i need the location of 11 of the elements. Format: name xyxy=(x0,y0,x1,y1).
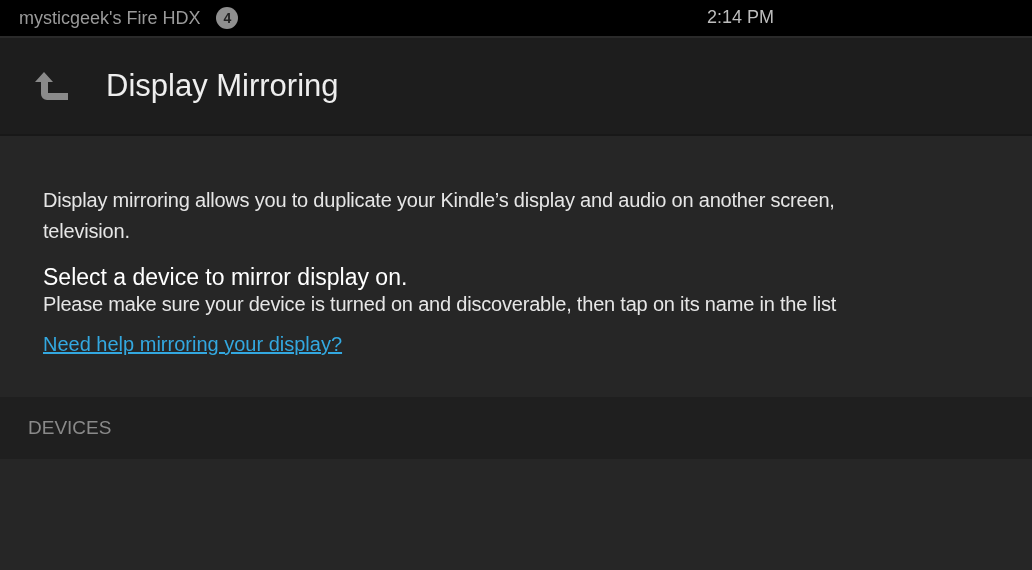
description-text: Display mirroring allows you to duplicate your Kindle’s display and audio on another screen, xyxy=(43,188,836,213)
clock-time: 2:14 PM xyxy=(707,7,775,28)
help-link[interactable]: Need help mirroring your display? xyxy=(43,333,343,356)
page-title: Display Mirroring xyxy=(106,68,339,104)
instruction-text: Please make sure your device is turned on and discoverable, then tap on its name in the list xyxy=(43,292,838,317)
devices-label: DEVICES xyxy=(28,417,112,439)
section-heading: Select a device to mirror display on. xyxy=(43,263,409,292)
notification-badge: 4 xyxy=(216,7,239,29)
back-icon[interactable] xyxy=(33,70,71,102)
device-name: mysticgeek's Fire HDX xyxy=(19,7,201,29)
description-text: television. xyxy=(43,219,131,244)
